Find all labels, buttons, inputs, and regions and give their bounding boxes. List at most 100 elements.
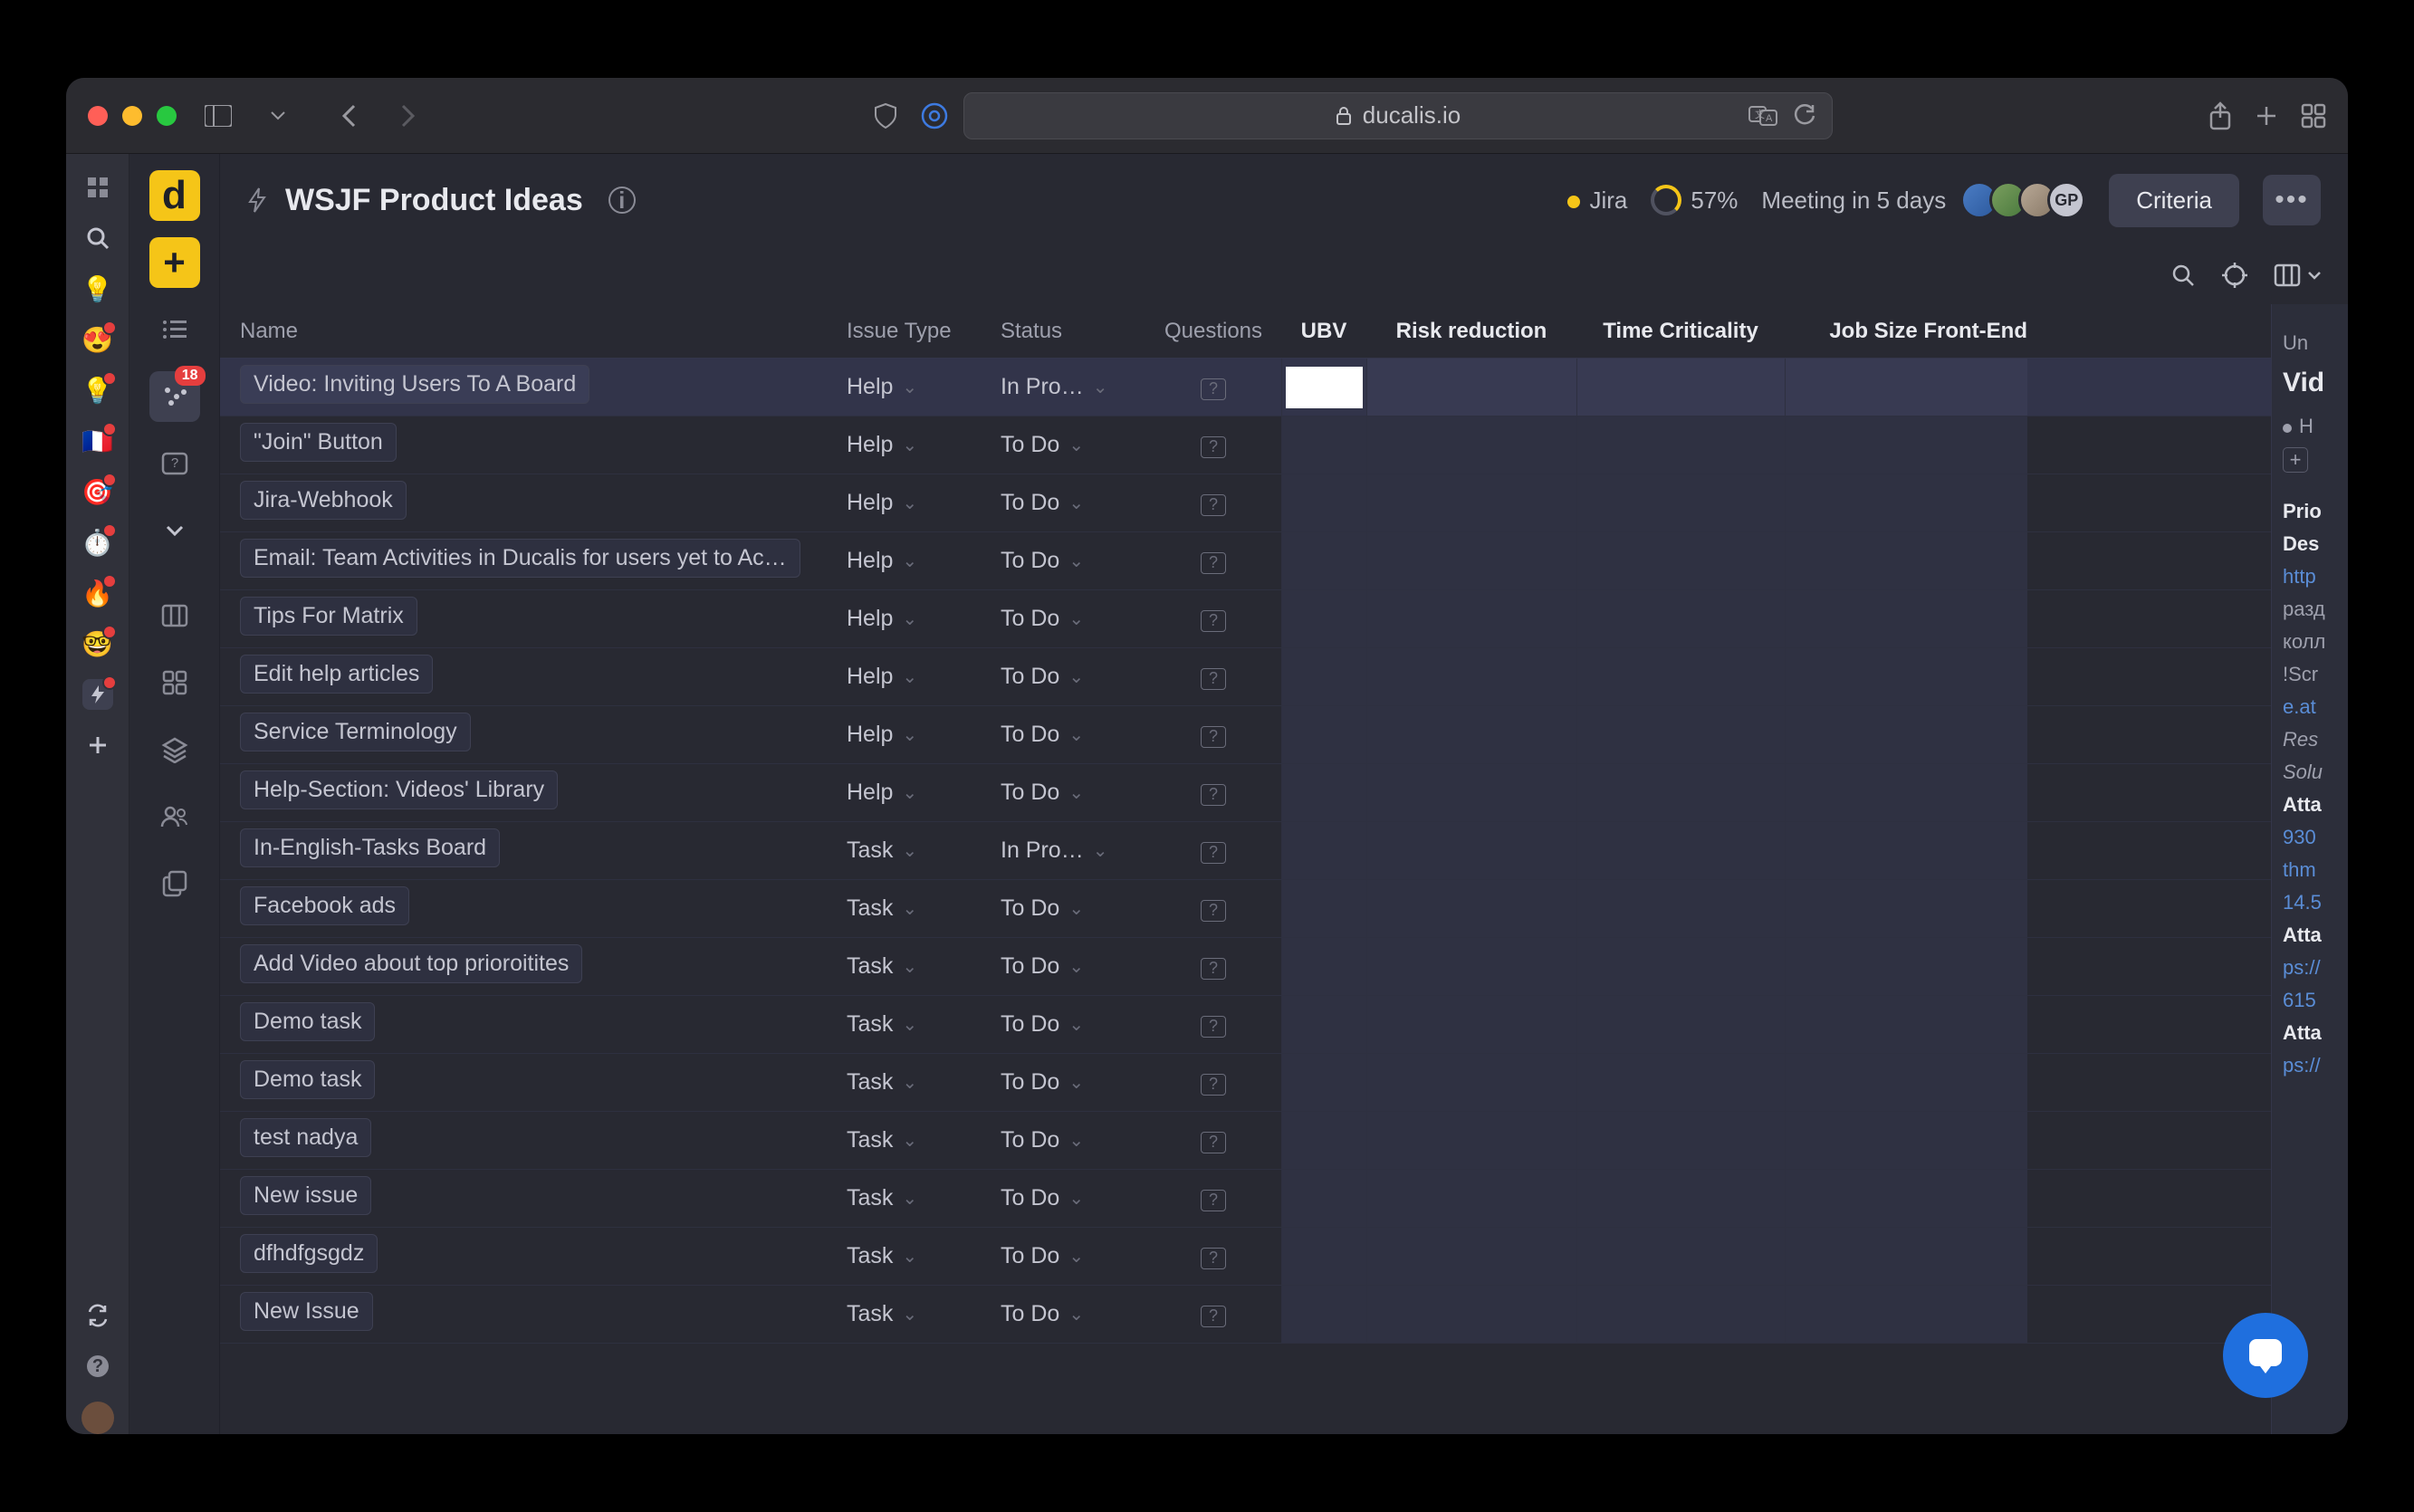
table-row[interactable]: "Join" Button Help⌄ To Do⌄ ? [220,416,2271,474]
ubv-cell[interactable] [1282,648,1366,705]
risk-cell[interactable] [1367,359,1576,416]
more-button[interactable]: ••• [2263,175,2321,225]
chevron-down-rail-icon[interactable] [149,505,200,556]
issue-type-dropdown[interactable]: Task⌄ [847,1301,1001,1327]
risk-cell[interactable] [1367,416,1576,474]
js-cell[interactable] [1786,1170,2027,1227]
ubv-cell[interactable] [1282,706,1366,763]
fire-icon[interactable]: 🔥 [82,578,113,608]
col-js[interactable]: Job Size Front-End [1785,319,2045,344]
issue-type-dropdown[interactable]: Help⌄ [847,374,1001,400]
issue-type-dropdown[interactable]: Help⌄ [847,780,1001,806]
status-dropdown[interactable]: To Do⌄ [1001,1243,1145,1269]
status-dropdown[interactable]: To Do⌄ [1001,953,1145,980]
status-dropdown[interactable]: To Do⌄ [1001,1127,1145,1153]
ubv-cell[interactable] [1282,996,1366,1053]
close-window-button[interactable] [88,106,108,126]
table-row[interactable]: Edit help articles Help⌄ To Do⌄ ? [220,648,2271,706]
tc-cell[interactable] [1577,706,1785,763]
risk-cell[interactable] [1367,590,1576,647]
tc-cell[interactable] [1577,1054,1785,1111]
js-cell[interactable] [1786,1286,2027,1343]
js-cell[interactable] [1786,648,2027,705]
layers-icon[interactable] [149,724,200,775]
ubv-cell[interactable] [1282,1286,1366,1343]
status-dropdown[interactable]: To Do⌄ [1001,432,1145,458]
tc-cell[interactable] [1577,474,1785,531]
members-icon[interactable] [149,791,200,842]
issue-type-dropdown[interactable]: Task⌄ [847,953,1001,980]
1password-icon[interactable] [918,101,951,130]
ubv-cell[interactable] [1282,1054,1366,1111]
translate-icon[interactable]: 文A [1748,104,1777,128]
add-board-button[interactable]: + [149,237,200,288]
url-bar[interactable]: ducalis.io 文A [963,92,1833,139]
search-icon[interactable] [82,223,113,254]
question-icon[interactable]: ? [1201,1074,1226,1096]
ubv-cell[interactable] [1282,822,1366,879]
table-row[interactable]: test nadya Task⌄ To Do⌄ ? [220,1112,2271,1170]
status-dropdown[interactable]: To Do⌄ [1001,722,1145,748]
sync-icon[interactable] [82,1300,113,1331]
ubv-cell[interactable] [1282,474,1366,531]
js-cell[interactable] [1786,938,2027,995]
js-cell[interactable] [1786,996,2027,1053]
ubv-cell[interactable] [1282,938,1366,995]
chevron-down-icon[interactable] [262,101,294,130]
tc-cell[interactable] [1577,1286,1785,1343]
risk-cell[interactable] [1367,706,1576,763]
tc-cell[interactable] [1577,1228,1785,1285]
risk-cell[interactable] [1367,822,1576,879]
question-icon[interactable]: ? [1201,668,1226,690]
table-row[interactable]: Email: Team Activities in Ducalis for us… [220,532,2271,590]
js-cell[interactable] [1786,532,2027,589]
question-icon[interactable]: ? [1201,958,1226,980]
status-dropdown[interactable]: To Do⌄ [1001,1069,1145,1096]
issue-type-dropdown[interactable]: Help⌄ [847,606,1001,632]
forward-button[interactable] [392,101,425,130]
status-dropdown[interactable]: To Do⌄ [1001,1011,1145,1038]
question-icon[interactable]: ? [1201,1190,1226,1211]
ducalis-logo[interactable]: d [149,170,200,221]
question-icon[interactable]: ? [1201,378,1226,400]
status-dropdown[interactable]: To Do⌄ [1001,780,1145,806]
panel-link[interactable]: http [2283,565,2337,589]
issue-type-dropdown[interactable]: Help⌄ [847,432,1001,458]
grid-icon[interactable] [149,657,200,708]
ubv-cell[interactable] [1286,367,1363,408]
table-row[interactable]: Demo task Task⌄ To Do⌄ ? [220,1054,2271,1112]
status-dropdown[interactable]: To Do⌄ [1001,1301,1145,1327]
js-cell[interactable] [1786,474,2027,531]
new-tab-icon[interactable] [2254,103,2279,129]
issue-type-dropdown[interactable]: Task⌄ [847,1011,1001,1038]
ubv-cell[interactable] [1282,416,1366,474]
col-risk[interactable]: Risk reduction [1366,319,1576,344]
question-icon[interactable]: ? [1201,610,1226,632]
table-row[interactable]: Service Terminology Help⌄ To Do⌄ ? [220,706,2271,764]
js-cell[interactable] [1786,1112,2027,1169]
collaborators[interactable]: GP [1969,181,2085,219]
lightbulb-dark-icon[interactable]: 💡 [82,375,113,406]
tc-cell[interactable] [1577,648,1785,705]
risk-cell[interactable] [1367,1054,1576,1111]
js-cell[interactable] [1786,764,2027,821]
question-icon[interactable]: ? [1201,1016,1226,1038]
question-icon[interactable]: ? [1201,494,1226,516]
risk-cell[interactable] [1367,1228,1576,1285]
question-icon[interactable]: ? [1201,552,1226,574]
tc-cell[interactable] [1577,822,1785,879]
columns-icon[interactable] [2274,263,2321,287]
tc-cell[interactable] [1577,590,1785,647]
ubv-cell[interactable] [1282,880,1366,937]
table-row[interactable]: Add Video about top prioroitites Task⌄ T… [220,938,2271,996]
apps-icon[interactable] [82,172,113,203]
risk-cell[interactable] [1367,938,1576,995]
question-icon[interactable]: ? [1201,1248,1226,1269]
add-workspace-icon[interactable] [82,730,113,761]
issue-type-dropdown[interactable]: Task⌄ [847,895,1001,922]
tc-cell[interactable] [1577,764,1785,821]
risk-cell[interactable] [1367,648,1576,705]
ubv-cell[interactable] [1282,1170,1366,1227]
tc-cell[interactable] [1577,1170,1785,1227]
help-icon[interactable]: ? [82,1351,113,1382]
